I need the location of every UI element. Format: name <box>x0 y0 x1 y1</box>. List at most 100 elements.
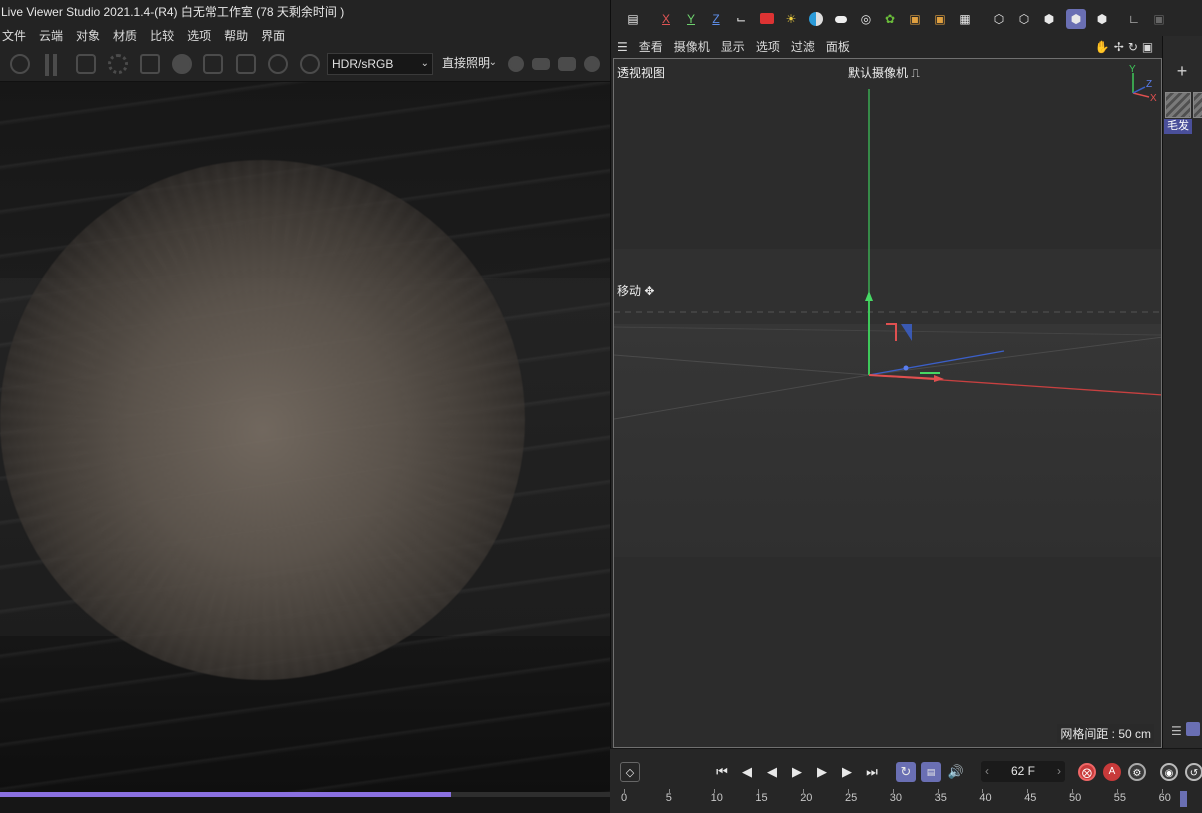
light-icon[interactable]: ☀ <box>781 9 801 29</box>
restart-render-icon[interactable] <box>10 54 30 74</box>
ruler-tick-label: 15 <box>755 792 768 804</box>
render-progress-bar <box>0 792 610 797</box>
play-icon[interactable]: ▶ <box>787 762 807 782</box>
z-axis-line <box>868 350 1005 376</box>
render-view[interactable] <box>0 82 610 792</box>
pause-icon[interactable] <box>43 54 59 76</box>
menu-file[interactable]: 文件 <box>2 27 26 44</box>
pan-hand-icon[interactable]: ✋ <box>1095 40 1110 54</box>
menu-options[interactable]: 选项 <box>187 27 211 44</box>
previous-frame-icon[interactable]: ◀ <box>762 762 782 782</box>
z-axis-lock-button[interactable]: Z <box>706 9 726 29</box>
next-frame-icon[interactable]: ▶ <box>812 762 832 782</box>
film-strip-icon[interactable]: ▤ <box>623 9 643 29</box>
add-icon[interactable]: + <box>1172 61 1192 81</box>
grid-view-icon[interactable] <box>1186 722 1200 736</box>
settings-gear-icon[interactable] <box>108 54 128 74</box>
material-pick-icon[interactable] <box>300 54 320 74</box>
keyframe-diamond-icon[interactable]: ◇ <box>620 762 640 782</box>
record-active-objects-icon[interactable]: ⨂ <box>1078 763 1096 781</box>
ruler-tick-label: 30 <box>889 792 903 804</box>
menu-filter[interactable]: 过滤 <box>791 38 815 55</box>
menu-options[interactable]: 选项 <box>756 38 780 55</box>
chevron-right-icon[interactable]: › <box>1057 761 1061 782</box>
hamburger-icon[interactable]: ☰ <box>617 40 628 54</box>
hexagon-icon[interactable] <box>508 56 524 72</box>
menu-object[interactable]: 对象 <box>76 27 100 44</box>
render-view-icon[interactable] <box>757 9 777 29</box>
rotate-view-icon[interactable]: ↻ <box>1128 40 1138 54</box>
checker-icon[interactable]: ▦ <box>955 9 975 29</box>
coordinate-system-icon[interactable]: ⌙ <box>731 9 751 29</box>
uv-mode-icon[interactable]: ⬢ <box>1092 9 1112 29</box>
cog-green-icon[interactable]: ✿ <box>880 9 900 29</box>
sound-icon[interactable]: 🔊 <box>946 762 966 782</box>
y-axis-lock-button[interactable]: Y <box>681 9 701 29</box>
snapshot-region-icon[interactable] <box>236 54 256 74</box>
list-view-icon[interactable]: ☰ <box>1171 724 1182 738</box>
key-rotation-icon[interactable]: ↺ <box>1185 763 1202 781</box>
go-to-start-icon[interactable]: ⏮ <box>712 762 732 782</box>
menu-panel[interactable]: 面板 <box>826 38 850 55</box>
material-name[interactable]: 毛发 <box>1164 119 1192 134</box>
material-ball-icon[interactable] <box>172 54 192 74</box>
focus-pick-icon[interactable] <box>268 54 288 74</box>
live-viewer-toolbar <box>0 46 610 82</box>
menu-view[interactable]: 查看 <box>639 38 663 55</box>
add-region-icon[interactable] <box>203 54 223 74</box>
go-to-end-icon[interactable]: ⏭ <box>862 762 882 782</box>
material-panel: + ☰ <box>1162 36 1202 748</box>
display-icon[interactable] <box>532 58 550 70</box>
maximize-view-icon[interactable]: ▣ <box>1142 40 1153 54</box>
lock-icon[interactable] <box>140 54 160 74</box>
move-arrow-y <box>865 291 873 301</box>
target-icon[interactable]: ◎ <box>856 9 876 29</box>
playback-mode-icon[interactable]: ▤ <box>921 762 941 782</box>
menu-camera[interactable]: 摄像机 <box>674 38 710 55</box>
polygons-mode-icon[interactable]: ⬢ <box>1039 9 1059 29</box>
camera-icon[interactable] <box>558 57 576 71</box>
playhead[interactable] <box>1179 791 1187 807</box>
menu-help[interactable]: 帮助 <box>224 27 248 44</box>
key-position-icon[interactable]: ◉ <box>1160 763 1178 781</box>
grid-line <box>614 354 870 376</box>
lighting-mode-select[interactable]: 直接照明 ⌄ <box>438 53 500 75</box>
plane-handle-zy <box>901 324 912 341</box>
capsule-icon[interactable] <box>831 9 851 29</box>
menu-interface[interactable]: 界面 <box>261 27 285 44</box>
cube-orange-icon[interactable]: ▣ <box>905 9 925 29</box>
record-dot-icon[interactable] <box>584 56 600 72</box>
material-thumbnail[interactable] <box>1193 92 1202 118</box>
workplane-icon[interactable]: ▣ <box>1149 9 1169 29</box>
current-frame-field[interactable]: ‹ 62 F › <box>981 761 1065 782</box>
edges-mode-icon[interactable]: ⬡ <box>1014 9 1034 29</box>
chevron-left-icon[interactable]: ‹ <box>985 761 989 782</box>
previous-key-icon[interactable]: ◀ <box>737 762 757 782</box>
snap-icon[interactable]: ∟ <box>1124 9 1144 29</box>
next-key-icon[interactable]: ▶ <box>837 762 857 782</box>
ruler-tick-label: 60 <box>1158 792 1171 804</box>
perspective-viewport[interactable]: 透视视图 默认摄像机 ⎍ 移动 ✥ Y Z X 网格间距 : 50 cm <box>613 58 1162 748</box>
autokey-icon[interactable]: A <box>1103 763 1121 781</box>
color-space-select[interactable]: HDR/sRGB ⌄ <box>327 53 433 75</box>
camera-label[interactable]: 默认摄像机 ⎍ <box>848 64 920 81</box>
loop-icon[interactable]: ↻ <box>896 762 916 782</box>
move-view-icon[interactable]: ✢ <box>1114 40 1124 54</box>
timeline-ruler[interactable]: 0 5 10 15 20 25 30 35 40 45 50 55 60 <box>610 789 1202 813</box>
menu-display[interactable]: 显示 <box>721 38 745 55</box>
region-render-icon[interactable] <box>76 54 96 74</box>
keyframe-selection-icon[interactable]: ⚙ <box>1128 763 1146 781</box>
material-thumbnail[interactable] <box>1165 92 1191 118</box>
menu-compare[interactable]: 比较 <box>150 27 174 44</box>
x-axis-lock-button[interactable]: X <box>656 9 676 29</box>
ruler-tick-label: 20 <box>800 792 813 804</box>
menu-material[interactable]: 材质 <box>113 27 137 44</box>
half-circle-icon[interactable] <box>806 9 826 29</box>
move-handle-x <box>868 374 940 380</box>
camera-icon: ⎍ <box>908 66 920 80</box>
cube-stack-icon[interactable]: ▣ <box>930 9 950 29</box>
model-mode-icon[interactable]: ⬢ <box>1066 9 1086 29</box>
active-tool-label: 移动 ✥ <box>617 282 654 299</box>
points-mode-icon[interactable]: ⬡ <box>989 9 1009 29</box>
menu-cloud[interactable]: 云端 <box>39 27 63 44</box>
